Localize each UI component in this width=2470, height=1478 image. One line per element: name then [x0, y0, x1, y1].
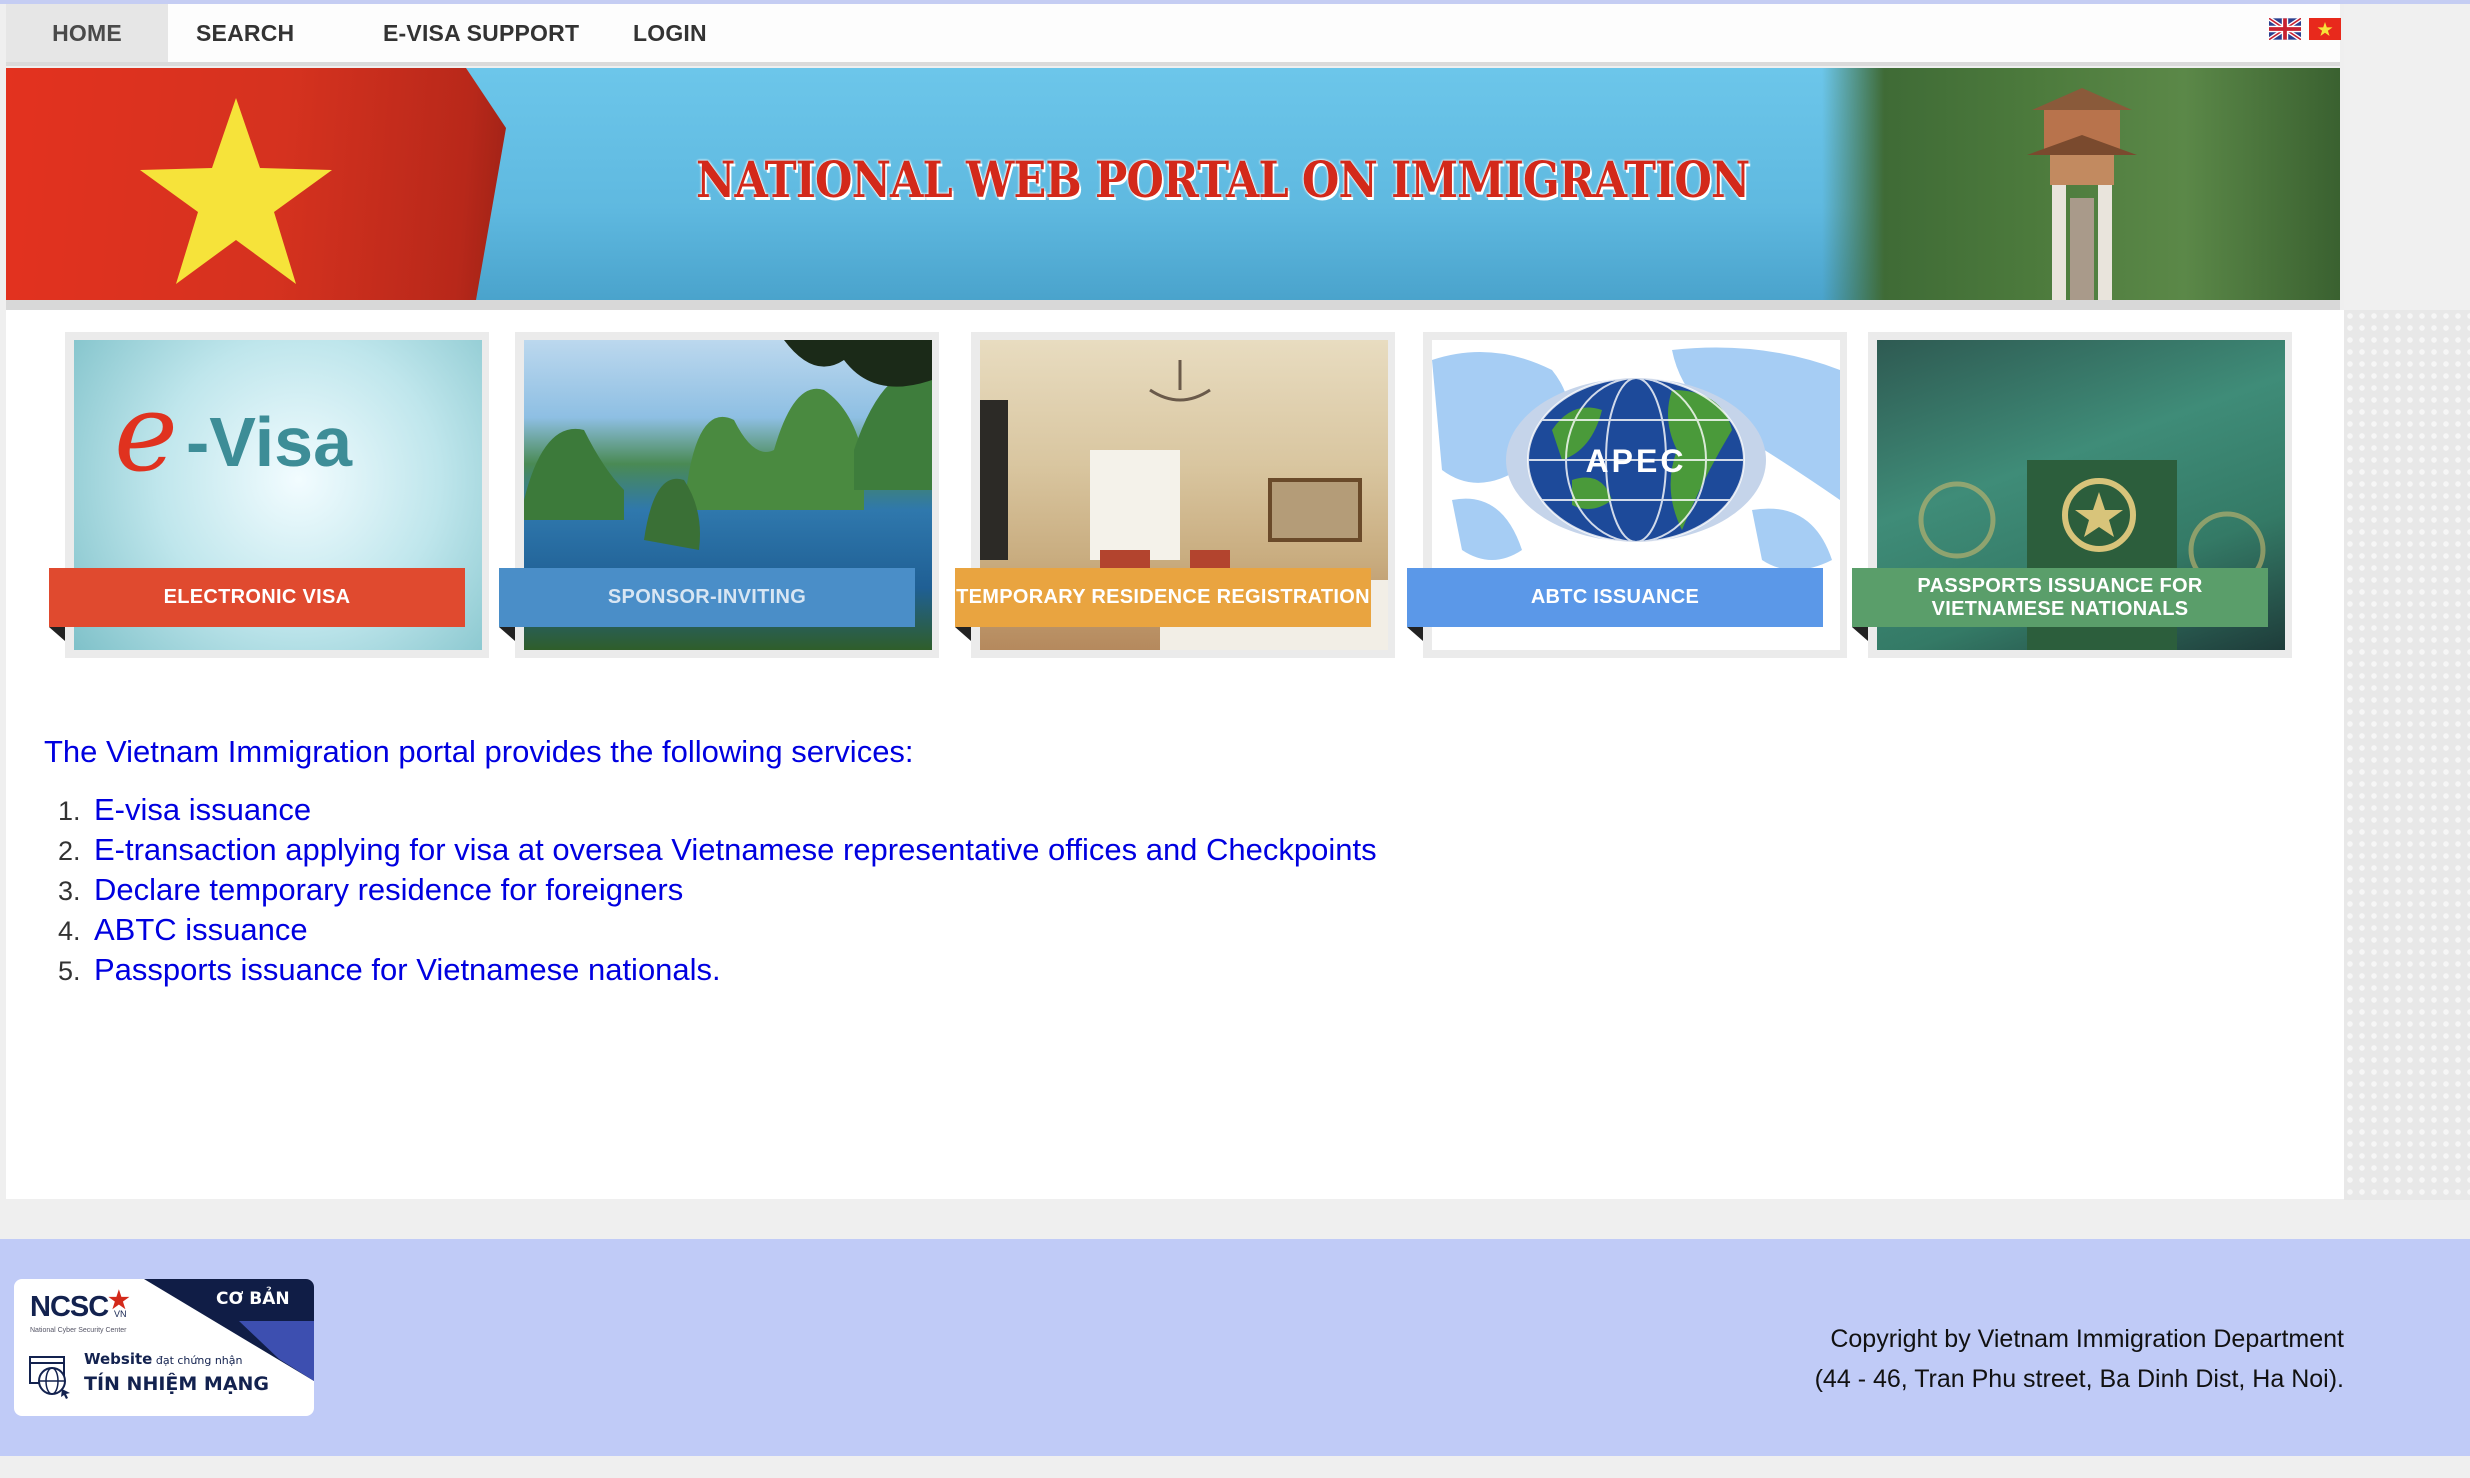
- address-line: (44 - 46, Tran Phu street, Ba Dinh Dist,…: [1814, 1365, 2344, 1393]
- badge-trust-text: TÍN NHIỆM MẠNG: [84, 1373, 270, 1395]
- tile-sponsor-inviting[interactable]: SPONSOR-INVITING: [499, 332, 939, 658]
- uk-flag-icon[interactable]: [2267, 16, 2303, 42]
- ncsc-trust-badge[interactable]: NCSC★ VN National Cyber Security Center …: [14, 1279, 314, 1416]
- nav-search[interactable]: SEARCH: [196, 4, 294, 62]
- ncsc-logo: NCSC★: [30, 1287, 130, 1323]
- ribbon-label: ABTC ISSUANCE: [1407, 568, 1823, 627]
- ribbon-label: SPONSOR-INVITING: [499, 568, 915, 627]
- nav-login[interactable]: LOGIN: [633, 4, 707, 62]
- main-nav: HOME SEARCH E-VISA SUPPORT LOGIN: [6, 4, 2341, 66]
- nav-evisa-support[interactable]: E-VISA SUPPORT: [383, 4, 579, 62]
- service-link-temporary-residence[interactable]: Declare temporary residence for foreigne…: [94, 872, 683, 907]
- tile-electronic-visa[interactable]: e -Visa ELECTRONIC VISA: [49, 332, 489, 658]
- service-link-evisa[interactable]: E-visa issuance: [94, 792, 311, 827]
- ribbon-fold: [1407, 627, 1423, 641]
- right-margin-background: [2344, 4, 2470, 310]
- copyright: Copyright by Vietnam Immigration Departm…: [1815, 1319, 2344, 1399]
- badge-website-text: Website đạt chứng nhận: [84, 1350, 243, 1368]
- world-map-dots-background: [2344, 310, 2470, 1200]
- svg-text:-Visa: -Visa: [186, 403, 353, 481]
- badge-level: CƠ BẢN: [216, 1289, 290, 1309]
- ribbon-fold: [499, 627, 515, 641]
- ncsc-fullname: National Cyber Security Center: [30, 1327, 127, 1334]
- service-link-etransaction[interactable]: E-transaction applying for visa at overs…: [94, 832, 1377, 867]
- service-item: 1. E-visa issuance: [58, 792, 312, 827]
- tile-abtc-issuance[interactable]: APEC ABTC ISSUANCE: [1407, 332, 1847, 658]
- globe-icon: [29, 1356, 70, 1399]
- service-item: 4. ABTC issuance: [58, 912, 308, 947]
- service-link-passports[interactable]: Passports issuance for Vietnamese nation…: [94, 952, 721, 987]
- copyright-line: Copyright by Vietnam Immigration Departm…: [1830, 1325, 2344, 1353]
- footer: NCSC★ VN National Cyber Security Center …: [0, 1239, 2470, 1456]
- ribbon-fold: [955, 627, 971, 641]
- banner: NATIONAL WEB PORTAL ON IMMIGRATION: [6, 68, 2340, 310]
- ncsc-country: VN: [114, 1309, 127, 1319]
- svg-text:APEC: APEC: [1586, 443, 1687, 479]
- star-icon: [140, 98, 332, 284]
- ribbon-fold: [49, 627, 65, 641]
- service-item: 2. E-transaction applying for visa at ove…: [58, 832, 1377, 867]
- ribbon-label: PASSPORTS ISSUANCE FOR VIETNAMESE NATION…: [1852, 568, 2268, 627]
- services-list: 1. E-visa issuance 2. E-transaction applyi…: [44, 790, 1377, 990]
- vietnam-flag-icon[interactable]: [2309, 18, 2341, 40]
- nav-home[interactable]: HOME: [6, 4, 168, 62]
- ribbon-label: TEMPORARY RESIDENCE REGISTRATION: [955, 568, 1371, 627]
- temple-gate-icon: [2027, 88, 2137, 300]
- ribbon-label: ELECTRONIC VISA: [49, 568, 465, 627]
- service-item: 3. Declare temporary residence for foreig…: [58, 872, 684, 907]
- svg-text:e: e: [114, 371, 178, 496]
- ribbon-fold: [1852, 627, 1868, 641]
- service-item: 5. Passports issuance for Vietnamese nati…: [58, 952, 721, 987]
- temple-of-literature-image: [1822, 68, 2340, 300]
- tile-passports-issuance[interactable]: PASSPORTS ISSUANCE FOR VIETNAMESE NATION…: [1852, 332, 2292, 658]
- main-content: e -Visa ELECTRONIC VISA SPONSOR-INVITING: [6, 310, 2344, 1199]
- vietnam-flag-image: [6, 68, 506, 300]
- service-link-abtc[interactable]: ABTC issuance: [94, 912, 308, 947]
- banner-title: NATIONAL WEB PORTAL ON IMMIGRATION: [696, 150, 1750, 209]
- services-intro: The Vietnam Immigration portal provides …: [44, 734, 914, 769]
- tile-temporary-residence[interactable]: TEMPORARY RESIDENCE REGISTRATION: [955, 332, 1395, 658]
